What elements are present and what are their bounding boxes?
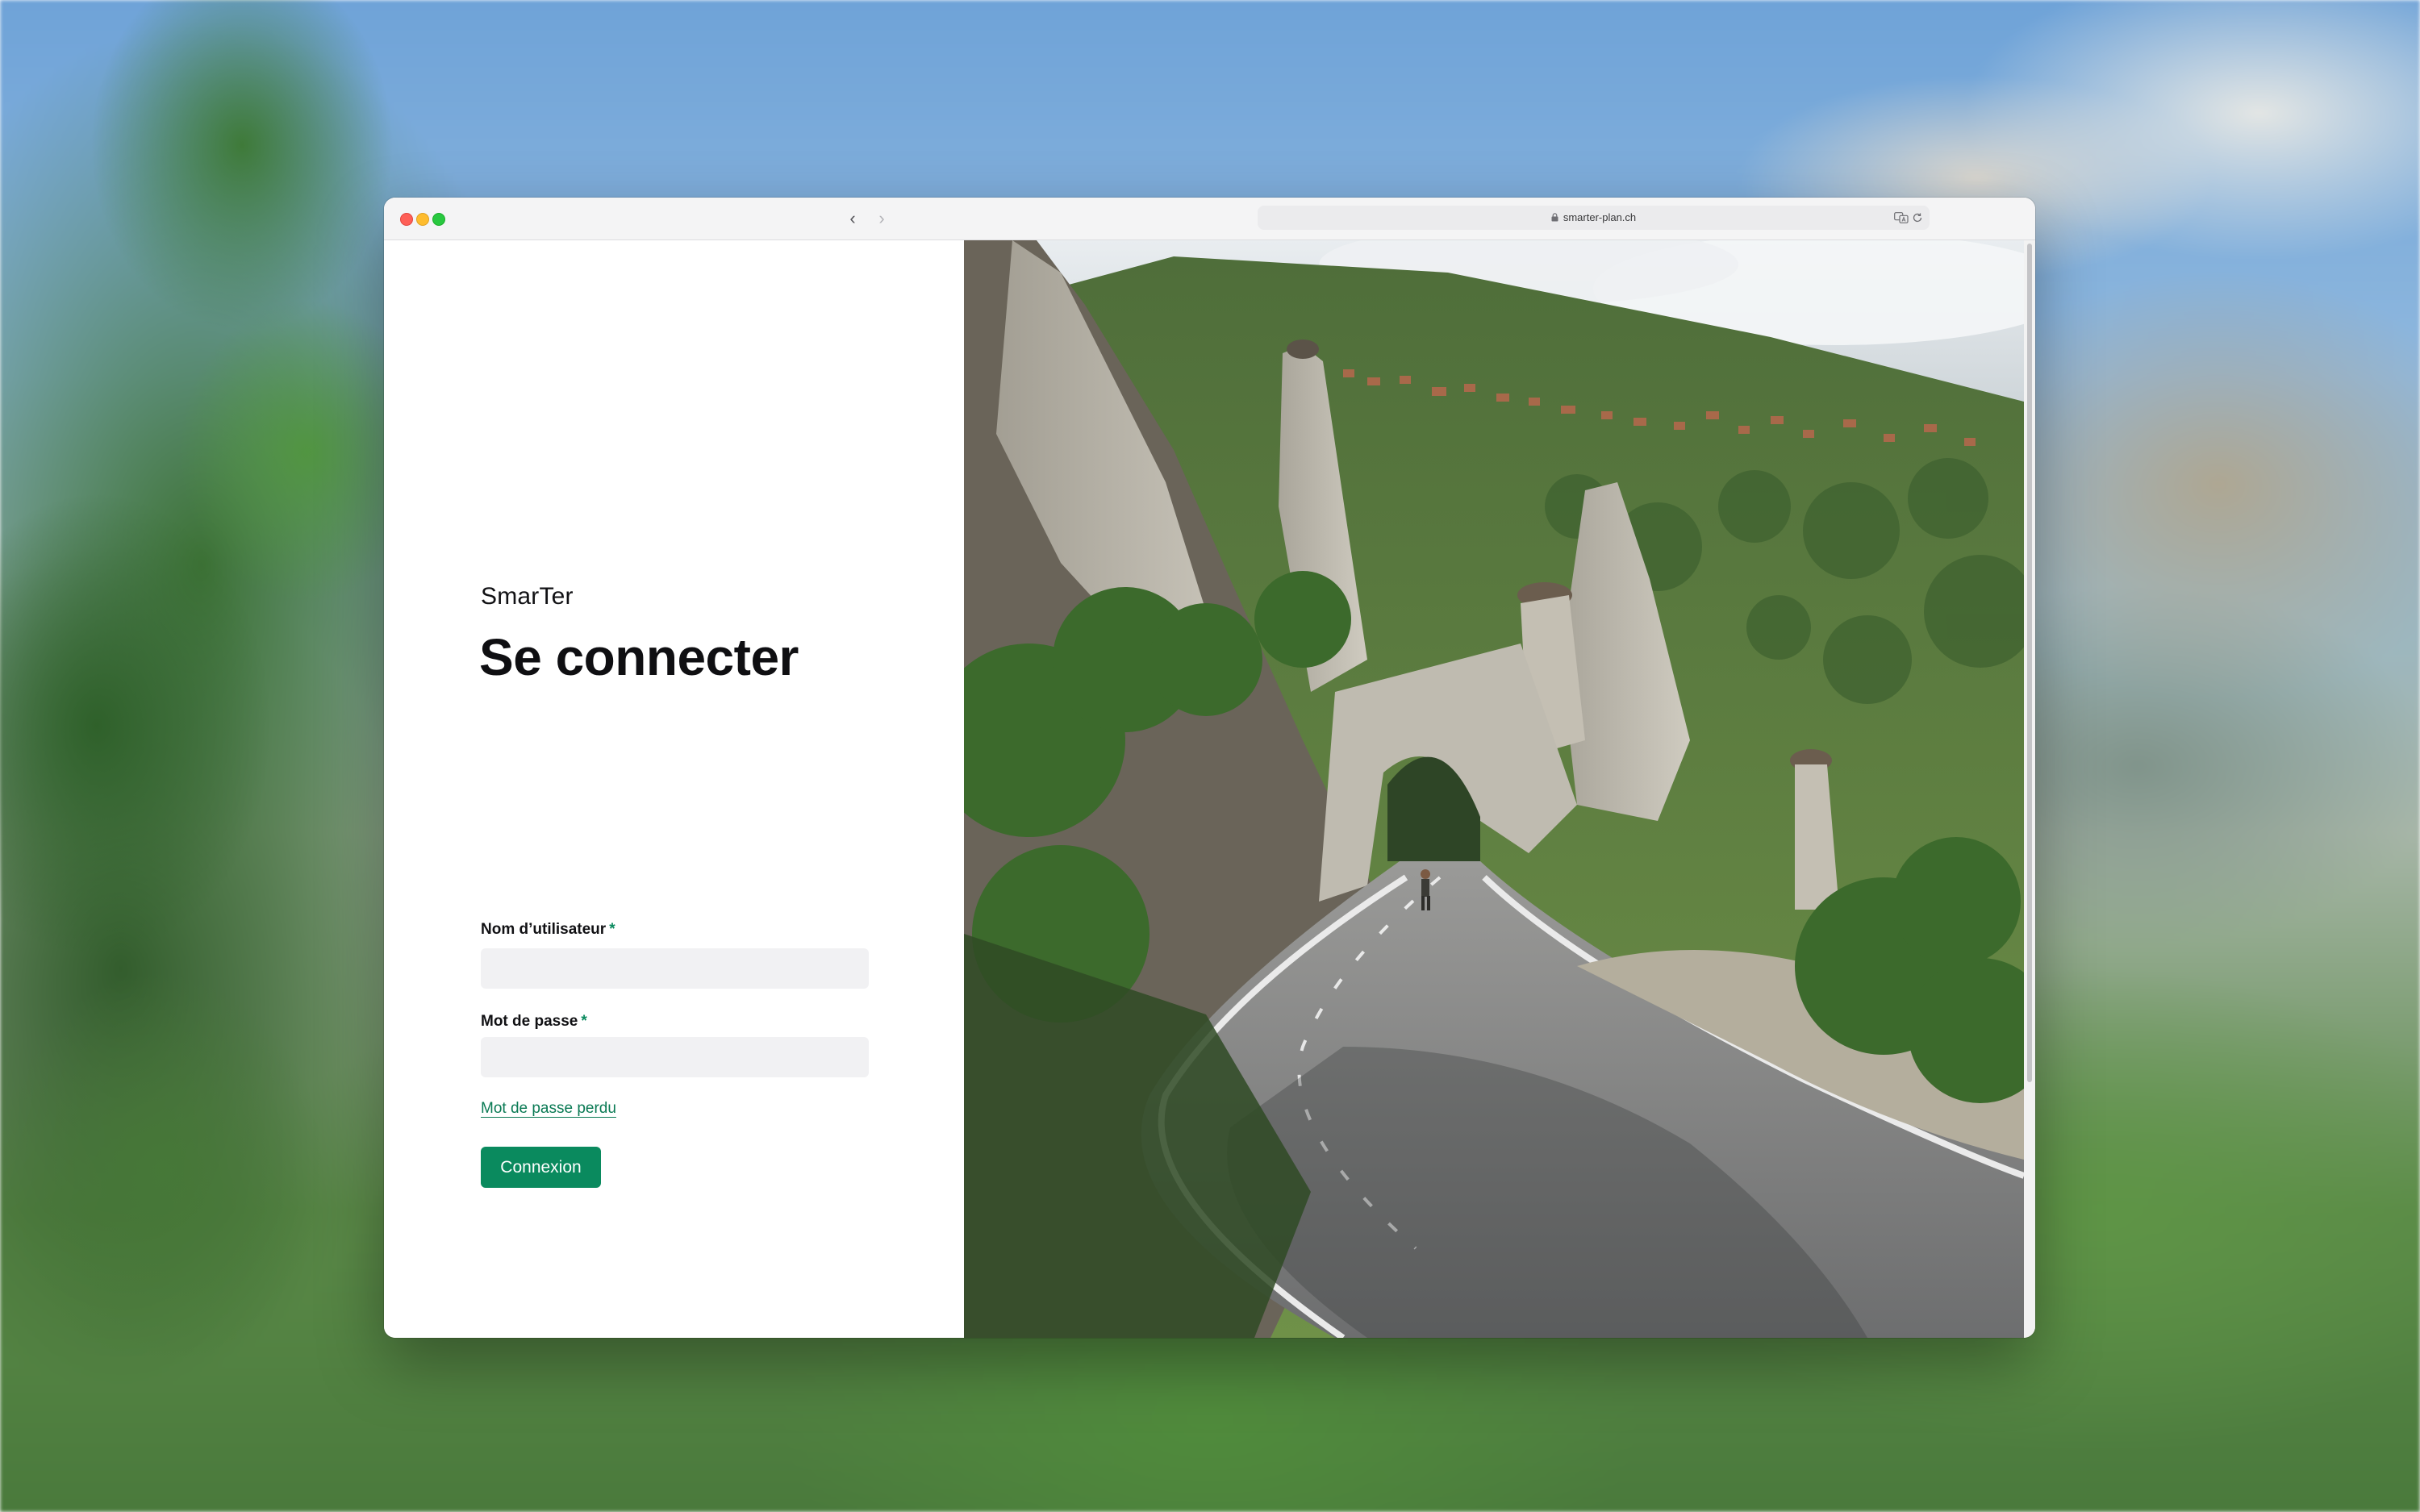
url-text: smarter-plan.ch — [1563, 211, 1637, 223]
password-label: Mot de passe * — [481, 1013, 587, 1031]
landscape-illustration — [964, 240, 2024, 1338]
window-maximize-button[interactable] — [432, 213, 445, 226]
chevron-left-icon[interactable]: ‹ — [842, 207, 863, 230]
username-input[interactable] — [481, 948, 869, 989]
reload-icon[interactable] — [1912, 212, 1923, 223]
page-title: Se connecter — [479, 628, 799, 686]
window-minimize-button[interactable] — [416, 213, 429, 226]
username-label-text: Nom d’utilisateur — [481, 921, 607, 938]
address-bar[interactable]: smarter-plan.ch — [1258, 206, 1930, 230]
login-button[interactable]: Connexion — [481, 1147, 601, 1188]
hero-photo — [964, 240, 2024, 1338]
password-input[interactable] — [481, 1037, 869, 1077]
required-marker: * — [581, 1013, 587, 1030]
translate-icon[interactable] — [1894, 212, 1909, 223]
browser-toolbar: ‹ › smarter-plan.ch — [384, 198, 2035, 240]
password-label-text: Mot de passe — [481, 1013, 578, 1030]
address-text-wrap: smarter-plan.ch — [1258, 206, 1930, 230]
scrollbar-thumb[interactable] — [2027, 244, 2032, 1082]
chevron-right-icon[interactable]: › — [871, 207, 892, 230]
page-scrollbar[interactable] — [2024, 240, 2035, 1338]
lock-icon — [1551, 213, 1558, 222]
page-content: SmarTer Se connecter Nom d’utilisateur * … — [384, 240, 2035, 1338]
login-panel: SmarTer Se connecter Nom d’utilisateur * … — [384, 240, 964, 1338]
brand-name: SmarTer — [481, 583, 574, 610]
desktop-wallpaper-foliage — [0, 0, 419, 1512]
browser-window: ‹ › smarter-plan.ch SmarTer Se connecter… — [384, 198, 2035, 1338]
username-label: Nom d’utilisateur * — [481, 921, 615, 939]
forgot-password-link[interactable]: Mot de passe perdu — [481, 1100, 616, 1118]
window-close-button[interactable] — [400, 213, 413, 226]
required-marker: * — [609, 921, 615, 938]
